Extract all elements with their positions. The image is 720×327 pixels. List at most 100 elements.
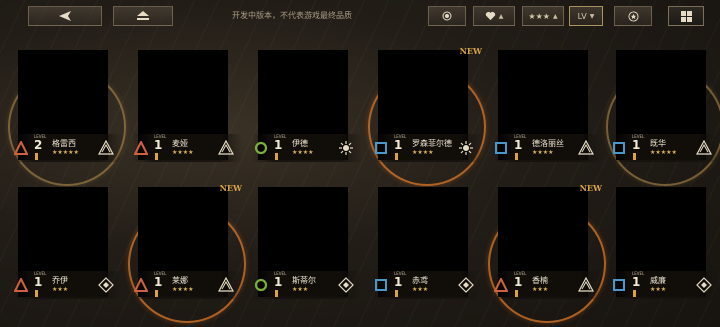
character-info: LEVEL 1 威廉 ★★★ [610, 271, 720, 299]
heart-icon [485, 12, 495, 21]
character-name: 乔伊 [52, 276, 68, 285]
level-value: 1 [514, 138, 523, 152]
tri-wing-emblem-icon [217, 139, 235, 156]
tri-wing-emblem-icon [97, 139, 115, 156]
character-name: 罗森菲尔德 [412, 139, 452, 148]
level-bar [633, 290, 636, 297]
level-bar [275, 290, 278, 297]
level-bar [395, 153, 398, 160]
level-bar [275, 153, 278, 160]
character-card[interactable]: LEVEL 1 斯蒂尔 ★★★ [248, 185, 366, 300]
diamond-emblem-icon [696, 277, 712, 293]
level-bar [515, 290, 518, 297]
star-filter[interactable] [614, 6, 652, 26]
sort-level-button[interactable]: LV ▼ [569, 6, 603, 26]
diamond-emblem-icon [98, 277, 114, 293]
character-info: LEVEL 1 德洛丽丝 ★★★★ [492, 134, 602, 162]
character-card[interactable]: LEVEL 1 既华 ★★★★★ [606, 48, 720, 186]
character-info: LEVEL 2 格雷西 ★★★★★ [12, 134, 122, 162]
character-info: LEVEL 1 乔伊 ★★★ [12, 271, 122, 299]
character-info: LEVEL 1 伊德 ★★★★ [252, 134, 362, 162]
character-info: LEVEL 1 麦娅 ★★★★ [132, 134, 242, 162]
level-value: 1 [274, 275, 283, 289]
back-arrow-icon [59, 11, 71, 21]
sun-emblem-icon [338, 140, 354, 156]
top-bar: 开发中版本，不代表游戏最终品质 ▲ ★★★ ▲ LV ▼ [0, 0, 720, 34]
square-role-icon [612, 140, 626, 154]
character-card[interactable]: LEVEL 2 格雷西 ★★★★★ [8, 48, 126, 186]
level-bar [35, 153, 38, 160]
rarity-stars: ★★★★★ [650, 149, 677, 156]
rarity-filter[interactable]: ★★★ ▲ [522, 6, 564, 26]
caret-down-icon: ▼ [589, 12, 595, 20]
character-info: LEVEL 1 莱娜 ★★★★ [132, 271, 242, 299]
rarity-stars: ★★★★ [172, 286, 194, 293]
character-info: LEVEL 1 斯蒂尔 ★★★ [252, 271, 362, 299]
level-value: 1 [154, 275, 163, 289]
eject-icon [137, 11, 149, 20]
new-badge: NEW [219, 183, 242, 193]
favorite-filter[interactable]: ▲ [473, 6, 515, 26]
level-bar [35, 290, 38, 297]
grid-view-button[interactable] [668, 6, 704, 26]
rarity-stars: ★★★ [52, 286, 69, 293]
back-button[interactable] [28, 6, 102, 26]
level-value: 1 [394, 275, 403, 289]
triangle-role-icon [133, 139, 149, 155]
character-card[interactable]: LEVEL 1 乔伊 ★★★ [8, 185, 126, 300]
character-info: LEVEL 1 罗森菲尔德 ★★★★ [372, 134, 482, 162]
build-notice: 开发中版本，不代表游戏最终品质 [232, 11, 352, 20]
level-value: 1 [154, 138, 163, 152]
level-bar [155, 153, 158, 160]
rarity-stars: ★★★ [412, 286, 429, 293]
square-role-icon [374, 140, 388, 154]
triangle-role-icon [13, 276, 29, 292]
character-name: 威廉 [650, 276, 666, 285]
character-card[interactable]: NEW LEVEL 1 香楠 ★★★ [488, 183, 606, 323]
character-card[interactable]: NEW LEVEL 1 罗森菲尔德 ★★★★ [368, 46, 486, 186]
character-card[interactable]: NEW LEVEL 1 莱娜 ★★★★ [128, 183, 246, 323]
level-bar [395, 290, 398, 297]
character-name: 既华 [650, 139, 666, 148]
element-filter[interactable] [428, 6, 466, 26]
level-value: 1 [632, 275, 641, 289]
character-card[interactable]: LEVEL 1 麦娅 ★★★★ [128, 48, 246, 163]
new-badge: NEW [579, 183, 602, 193]
character-card[interactable]: LEVEL 1 德洛丽丝 ★★★★ [488, 48, 606, 163]
rarity-stars: ★★★★ [412, 149, 434, 156]
character-name: 格雷西 [52, 139, 76, 148]
circle-role-icon [254, 277, 268, 292]
level-bar [633, 153, 636, 160]
level-value: 1 [514, 275, 523, 289]
target-icon [442, 11, 452, 21]
character-info: LEVEL 1 赤鸢 ★★★ [372, 271, 482, 299]
character-name: 斯蒂尔 [292, 276, 316, 285]
diamond-emblem-icon [458, 277, 474, 293]
rarity-stars: ★★★ [650, 286, 667, 293]
rarity-filter-label: ★★★ [528, 11, 550, 21]
level-bar [515, 153, 518, 160]
circle-role-icon [254, 140, 268, 155]
square-role-icon [612, 277, 626, 291]
character-card[interactable]: LEVEL 1 威廉 ★★★ [606, 185, 720, 300]
star-circle-icon [627, 10, 639, 22]
caret-up-icon: ▲ [498, 12, 504, 20]
grid-icon [680, 10, 692, 22]
square-role-icon [494, 140, 508, 154]
tri-wing-emblem-icon [577, 276, 595, 293]
character-card[interactable]: LEVEL 1 赤鸢 ★★★ [368, 185, 486, 300]
character-name: 赤鸢 [412, 276, 428, 285]
home-button[interactable] [113, 6, 173, 26]
rarity-stars: ★★★ [292, 286, 309, 293]
sort-level-label: LV [577, 11, 587, 21]
rarity-stars: ★★★★ [172, 149, 194, 156]
level-value: 1 [274, 138, 283, 152]
character-name: 香楠 [532, 276, 548, 285]
new-badge: NEW [459, 46, 482, 56]
character-name: 莱娜 [172, 276, 188, 285]
square-role-icon [374, 277, 388, 291]
diamond-emblem-icon [338, 277, 354, 293]
character-card[interactable]: LEVEL 1 伊德 ★★★★ [248, 48, 366, 163]
rarity-stars: ★★★★★ [52, 149, 79, 156]
tri-wing-emblem-icon [577, 139, 595, 156]
